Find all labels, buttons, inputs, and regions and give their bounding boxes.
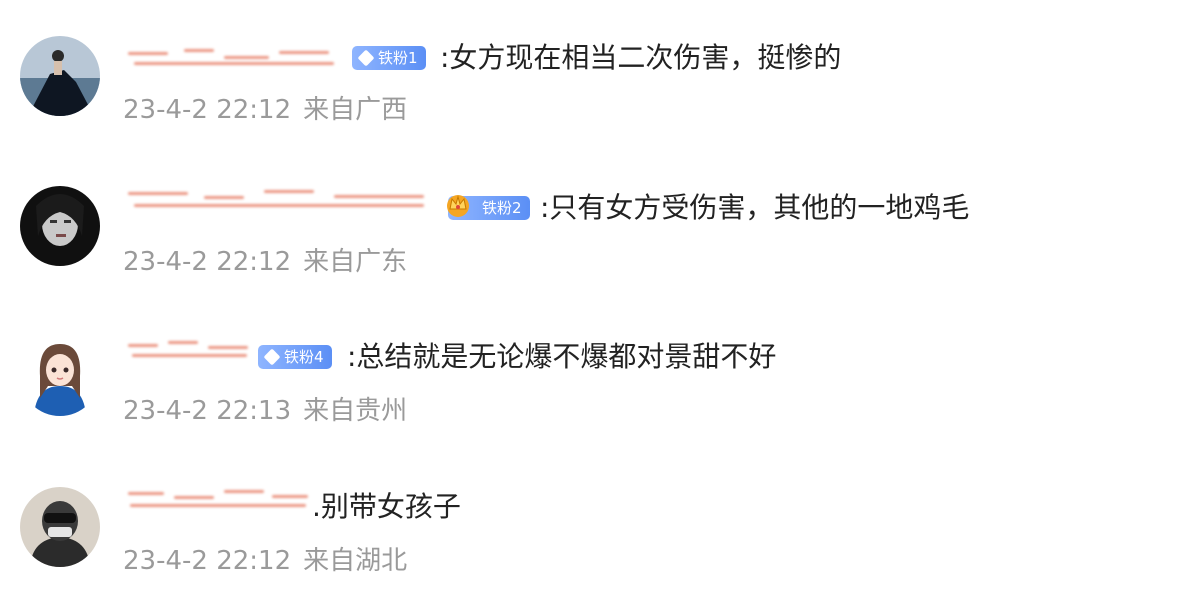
comment-item: .别带女孩子 23-4-2 22:12 来自湖北 [0,450,1200,590]
fan-badge: 铁粉1 [352,46,426,70]
comment-meta: 23-4-2 22:12 来自湖北 [123,545,407,577]
comment-meta: 23-4-2 22:12 来自广东 [123,246,407,278]
comment-time: 23-4-2 22:13 [123,396,292,426]
comment-time: 23-4-2 22:12 [123,95,292,125]
comment-text: :只有女方受伤害，其他的一地鸡毛 [540,191,970,224]
avatar[interactable] [20,336,100,416]
comment-item: 铁粉4 :总结就是无论爆不爆都对景甜不好 23-4-2 22:13 来自贵州 [0,300,1200,440]
comment-text: .别带女孩子 [312,490,461,523]
comment-location: 来自广东 [303,247,408,277]
diamond-icon [357,49,375,67]
comment-meta: 23-4-2 22:12 来自广西 [123,94,407,126]
blurred-username [124,486,312,512]
avatar[interactable] [20,36,100,116]
comment-item: 铁粉1 :女方现在相当二次伤害，挺惨的 23-4-2 22:12 来自广西 [0,0,1200,140]
comment-time: 23-4-2 22:12 [123,546,292,576]
crown-icon [447,195,469,217]
comment-location: 来自贵州 [303,396,408,426]
comment-location: 来自广西 [303,95,408,125]
avatar[interactable] [20,186,100,266]
fan-badge: 铁粉4 [258,345,332,369]
comment-text: :女方现在相当二次伤害，挺惨的 [440,41,842,74]
comment-text: :总结就是无论爆不爆都对景甜不好 [347,340,777,373]
comment-meta: 23-4-2 22:13 来自贵州 [123,395,407,427]
avatar[interactable] [20,487,100,567]
blurred-username [124,186,440,212]
blurred-username [124,44,344,70]
comment-item: 铁粉2 :只有女方受伤害，其他的一地鸡毛 23-4-2 22:12 来自广东 [0,146,1200,286]
diamond-icon [263,348,281,366]
comment-time: 23-4-2 22:12 [123,247,292,277]
comment-location: 来自湖北 [303,546,408,576]
blurred-username [124,336,254,362]
fan-badge: 铁粉2 [447,195,530,220]
